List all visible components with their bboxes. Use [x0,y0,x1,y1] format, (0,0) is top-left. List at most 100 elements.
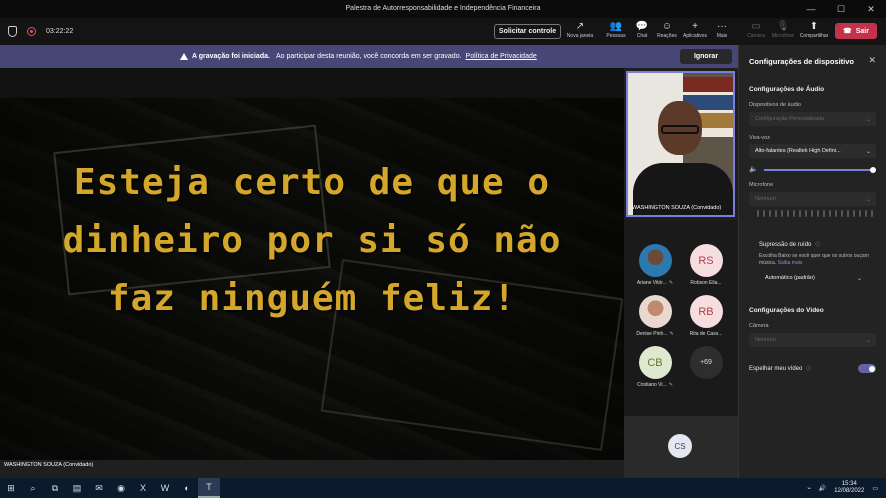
notification-icon[interactable]: ▭ [872,485,878,492]
chrome-icon[interactable]: X [132,478,154,498]
quote-text: Esteja certo de que o dinheiro por si só… [0,154,624,328]
close-window-button[interactable]: ✕ [856,0,886,18]
noise-description: Escolha Baixo se você quer que os outros… [759,253,869,267]
avatar [638,295,672,328]
plus-icon: + [692,21,698,32]
chat-label: Chat [636,33,648,39]
noise-desc-text: Escolha Baixo se você quer que os outros… [759,253,869,266]
avatar [638,244,672,277]
windows-taskbar: ⊞ ⌕ ⧉ ▤ ✉ ◉ X W ◐ T ⌁ 🔊 15:34 12/08/2022 … [0,478,886,498]
quote-line-3: faz ninguém feliz! [107,278,517,319]
noise-suppression-title: Supressão de ruído ⓘ [759,241,820,248]
camera-off-icon: ▭ [751,21,761,32]
mic-level-meter [757,210,873,217]
info-icon[interactable]: ⓘ [815,242,820,248]
reactions-button[interactable]: ☺ Reações [652,21,682,39]
more-button[interactable]: ··· Mais [707,21,737,39]
avatar: RS [689,244,723,277]
mic-select[interactable]: Nenhum ⌄ [749,192,876,206]
maximize-button[interactable]: ☐ [826,0,856,18]
chevron-down-icon: ⌄ [865,337,871,344]
speaker-value: Alto-falantes (Realtek High Defini... [755,148,841,154]
edge-icon[interactable]: ▤ [66,478,88,498]
minimize-button[interactable]: — [796,0,826,18]
file-explorer-icon[interactable]: ✉ [88,478,110,498]
more-participants-button[interactable]: +69 [681,346,731,382]
mic-muted-icon: ✎ [668,382,673,388]
camera-value: Nenhum [755,337,776,343]
chevron-down-icon: ⌄ [865,116,871,123]
camera-button[interactable]: ▭ Câmera [741,21,771,39]
audio-devices-label: Dispositivos de áudio [749,102,801,108]
excel-icon[interactable]: W [154,478,176,498]
speaker-volume-slider[interactable]: 🔈 [749,166,876,174]
participant-tile[interactable]: RS Robson Elia... [681,244,731,286]
mirror-video-toggle[interactable] [858,364,876,373]
participant-tile[interactable]: Denise Pinh... ✎ [630,295,680,337]
warning-icon [180,53,188,60]
teams-icon[interactable]: T [198,478,220,498]
new-window-button[interactable]: ↗ Nova janela [565,21,595,39]
reactions-label: Reações [657,33,677,39]
new-window-label: Nova janela [566,33,594,39]
audio-devices-value: Configuração Personalizada [755,116,825,122]
video-section-title: Configurações do Vídeo [749,307,824,314]
clock[interactable]: 15:34 12/08/2022 [834,481,864,495]
title-bar: Palestra de Autorresponsabilidade e Inde… [0,0,886,18]
mirror-label-text: Espelhar meu vídeo [749,366,803,372]
meeting-timer: 03:22:22 [46,28,74,35]
participant-name: Cristiano Vi... [637,382,667,388]
participant-name: Rita de Cass... [689,331,723,337]
overflow-count: +69 [689,346,723,379]
participant-tile[interactable]: RB Rita de Cass... [681,295,731,337]
system-tray: ⌁ 🔊 15:34 12/08/2022 ▭ [807,481,878,495]
search-icon[interactable]: ⌕ [22,478,44,498]
presenter-video-tile[interactable]: WASHINGTON SOUZA (Convidado) [626,71,735,217]
new-window-icon: ↗ [575,21,585,32]
participant-tile[interactable]: Ariane Vitór... ✎ [630,244,680,286]
noise-suppression-select[interactable]: Automático (padrão) ⌄ [759,271,867,285]
learn-more-link[interactable]: Saiba mais [778,260,803,266]
privacy-policy-link[interactable]: Política de Privacidade [466,53,537,60]
shield-icon[interactable] [8,26,17,37]
self-video-tile[interactable]: CS [624,416,738,478]
leave-button[interactable]: ☎ Sair [835,23,877,39]
audio-section-title: Configurações de Áudio [749,86,825,93]
quote-line-1: Esteja certo de que o [73,162,551,203]
share-icon: ⬆ [809,21,819,32]
share-label: Compartilhar [799,33,829,39]
chevron-down-icon: ⌄ [865,148,871,155]
participant-tile[interactable]: CB Cristiano Vi... ✎ [630,346,680,388]
windows-start-icon[interactable]: ⊞ [0,478,22,498]
volume-icon[interactable]: 🔊 [819,485,826,492]
share-button[interactable]: ⬆ Compartilhar [799,21,829,39]
audio-devices-select[interactable]: Configuração Personalizada ⌄ [749,112,876,126]
volume-knob[interactable] [870,167,876,173]
ignore-button[interactable]: Ignorar [680,49,732,64]
request-control-button[interactable]: Solicitar controle [494,24,561,39]
volume-track [764,169,874,171]
camera-setting-label: Câmera [749,323,769,329]
noise-value: Automático (padrão) [765,275,815,281]
mic-button[interactable]: 🎙 Microfone [768,21,798,39]
camera-select[interactable]: Nenhum ⌄ [749,333,876,347]
banner-title: A gravação foi iniciada. [192,53,270,60]
word-icon[interactable]: ◐ [176,478,198,498]
banner-text: Ao participar desta reunião, você concor… [275,53,462,60]
mic-setting-label: Microfone [749,182,774,188]
avatar: RB [689,295,723,328]
speaker-select[interactable]: Alto-falantes (Realtek High Defini... ⌄ [749,144,876,158]
recording-icon [27,27,36,36]
mail-icon[interactable]: ◉ [110,478,132,498]
mic-muted-icon: ✎ [669,331,674,337]
info-icon[interactable]: ⓘ [806,366,811,372]
quote-line-2: dinheiro por si só não [62,220,562,261]
network-icon[interactable]: ⌁ [807,485,811,492]
camera-label: Câmera [747,33,765,39]
chevron-down-icon: ⌄ [856,275,862,282]
apps-button[interactable]: + Aplicativos [680,21,710,39]
close-icon[interactable]: ✕ [868,55,876,66]
phone-icon: ☎ [843,28,852,35]
task-view-icon[interactable]: ⧉ [44,478,66,498]
people-icon: 👥 [609,21,623,32]
